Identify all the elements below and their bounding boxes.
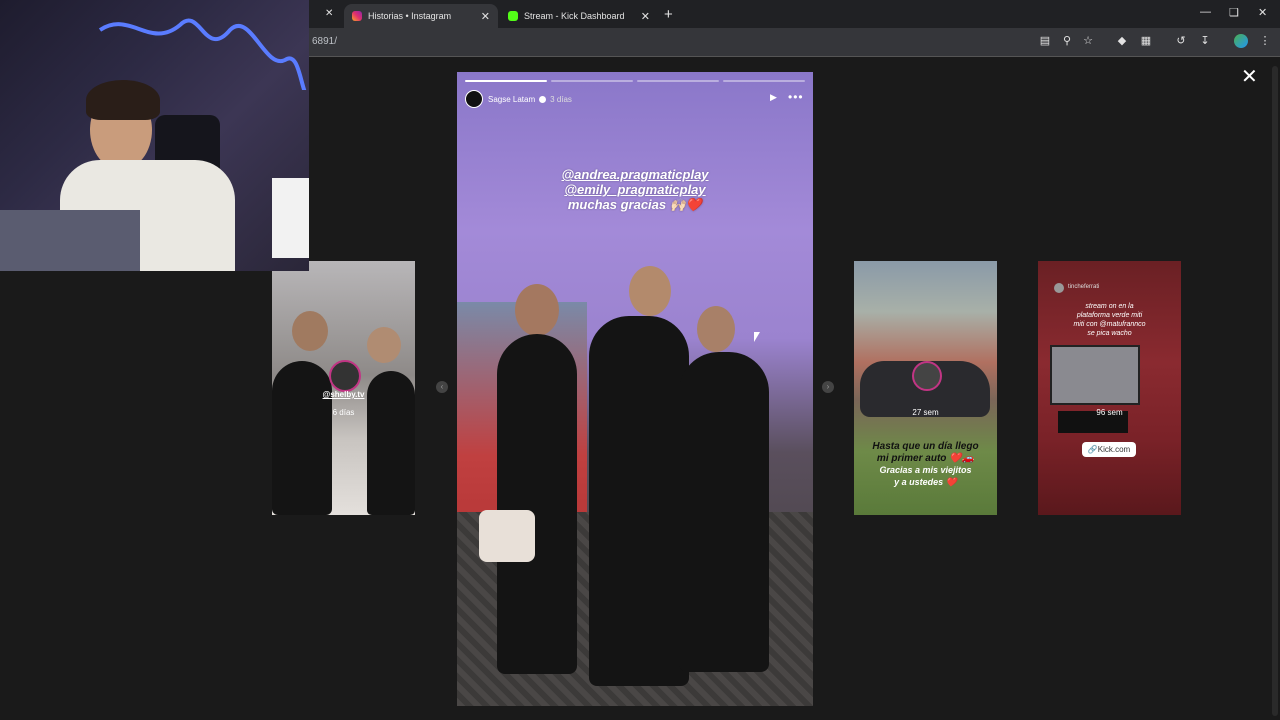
zoom-icon[interactable]: ⚲ [1060,34,1074,48]
photo-person-head [292,311,328,351]
download-icon[interactable]: ↧ [1198,34,1212,48]
photo-person-head [697,306,735,352]
url-text[interactable]: 6891/ [312,36,337,47]
caption-text: muchas gracias 🙌🏻❤️ [567,197,703,212]
story-avatar [1054,283,1064,293]
progress-segment [465,80,547,82]
restore-icon[interactable]: ❑ [1229,6,1239,19]
history-icon[interactable]: ↺ [1174,34,1188,48]
extensions-puzzle-icon[interactable]: ▦ [1139,34,1153,48]
shopping-bag [272,178,309,258]
tab-close-button[interactable]: ✕ [481,10,490,23]
neon-light-decor [98,18,307,90]
kick-icon [508,11,518,21]
story-time-ago: 6 días [332,408,355,417]
minimize-icon[interactable]: — [1200,6,1211,18]
photo-person-head [515,284,559,336]
progress-segment [637,80,719,82]
photo-person-right [679,352,769,672]
bookmark-star-icon[interactable]: ☆ [1081,34,1095,48]
laptop [0,210,140,271]
instagram-icon [352,11,362,21]
new-tab-button[interactable]: + [664,6,673,23]
tab-close-button[interactable]: ✕ [641,10,650,23]
story-text-line: plataforma verde miti [1076,312,1143,319]
active-story[interactable]: Sagse Latam 3 días ▶ ••• @andrea.pragmat… [457,72,813,706]
story-text-line: miti con @matufrannco [1073,321,1146,328]
tab-label: Historias • Instagram [368,11,452,21]
profile-avatar-icon[interactable] [1234,34,1248,48]
story-preview-right-1[interactable]: 27 sem Hasta que un día llego mi primer … [854,261,997,515]
story-username: tincheferrati [1068,284,1100,290]
story-time-ago: 3 días [550,94,572,104]
progress-segment [551,80,633,82]
tab-kick[interactable]: Stream - Kick Dashboard ✕ [500,4,658,28]
extension-diamond-icon[interactable]: ◆ [1115,34,1129,48]
story-text-line: y a ustedes ❤️ [894,477,957,487]
story-caption: @andrea.pragmaticplay @emily_pragmaticpl… [457,167,813,212]
install-app-icon[interactable]: ▤ [1038,34,1052,48]
progress-segment [723,80,805,82]
story-text-line: Hasta que un día llego [872,441,979,452]
story-mention: @shelby.tv [322,390,365,399]
story-text-line: stream on en la [1085,303,1134,310]
photo-person-head [367,327,401,363]
story-progress-bar [465,80,805,82]
menu-kebab-icon[interactable]: ⋮ [1258,34,1272,48]
story-text-line: Gracias a mis viejitos [879,465,972,475]
more-options-icon[interactable]: ••• [788,90,804,104]
photo-person-left [497,334,577,674]
close-story-viewer-button[interactable]: ✕ [1241,67,1258,87]
tab-label: Stream - Kick Dashboard [524,11,625,21]
story-avatar-ring [912,361,942,391]
story-preview-right-2[interactable]: tincheferrati stream on en la plataforma… [1038,261,1181,515]
story-avatar-ring [329,360,361,392]
next-story-arrow[interactable]: › [822,381,834,393]
photo-person-center [589,316,689,686]
verified-badge-icon [539,95,547,103]
webcam-overlay [0,0,309,271]
photo-person-head [629,266,671,316]
photo-handbag [479,510,535,562]
story-avatar[interactable] [465,90,483,108]
link-icon: 🔗 [1087,445,1098,454]
caption-mention-2[interactable]: @emily_pragmaticplay [457,182,813,197]
photo-monitor [1050,345,1140,405]
page-scrollbar[interactable] [1272,66,1278,716]
story-text-line: mi primer auto ❤️🚗 [876,453,975,464]
close-window-icon[interactable]: ✕ [1258,6,1267,19]
story-header: Sagse Latam 3 días [465,90,572,108]
photo-person [272,361,332,515]
story-username[interactable]: Sagse Latam [488,95,535,104]
story-preview-left[interactable]: @shelby.tv 6 días [272,261,415,515]
tab-instagram[interactable]: Historias • Instagram ✕ [344,4,498,28]
story-time-ago: 27 sem [912,408,939,417]
caption-mention-1[interactable]: @andrea.pragmaticplay [457,167,813,182]
story-text-line: se pica wacho [1087,330,1132,337]
streamer-hair [86,80,160,120]
kick-link-sticker[interactable]: 🔗Kick.com [1082,442,1136,457]
play-icon[interactable]: ▶ [770,92,777,103]
mouse-cursor-icon [754,332,760,342]
previous-story-arrow[interactable]: ‹ [436,381,448,393]
story-time-ago: 96 sem [1096,408,1123,417]
tab-close-button-prev[interactable]: ✕ [325,8,333,19]
link-label: Kick.com [1097,445,1131,454]
